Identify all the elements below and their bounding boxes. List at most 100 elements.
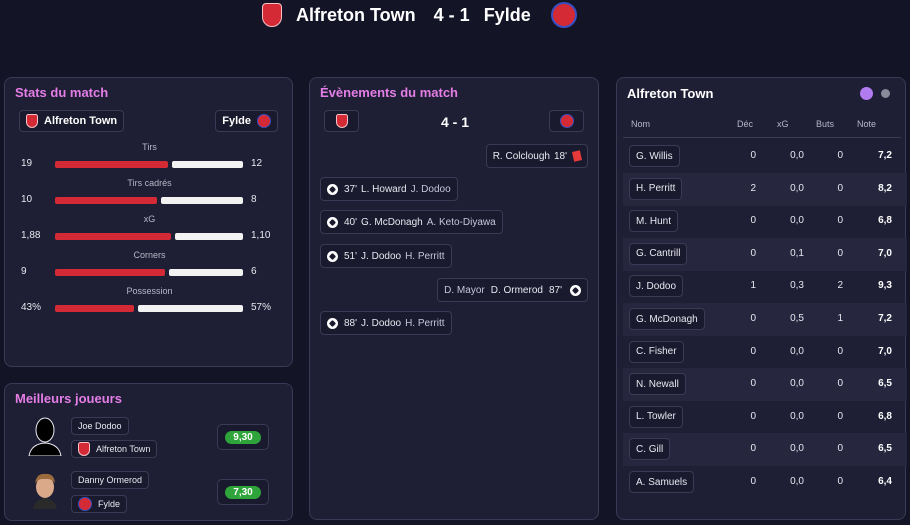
- player-name-chip[interactable]: C. Fisher: [629, 340, 684, 363]
- cell-note: 7,0: [878, 345, 892, 357]
- stat-label: Possession: [126, 286, 173, 296]
- fylde-crest-icon: [550, 2, 577, 28]
- stat-home-bar: [55, 305, 134, 312]
- cell-xg: 0,0: [790, 150, 804, 161]
- best-players-title: Meilleurs joueurs: [15, 391, 122, 406]
- event-assist: H. Perritt: [405, 250, 445, 262]
- cell-buts: 0: [837, 150, 843, 161]
- event-goal[interactable]: 51' J. Dodoo H. Perritt: [320, 244, 452, 268]
- best-player-rating: 7,30: [225, 485, 261, 499]
- best-player-team-label: Fylde: [98, 499, 121, 509]
- player-name-chip[interactable]: N. Newall: [629, 373, 686, 396]
- best-player-name[interactable]: Danny Ormerod: [71, 471, 150, 489]
- stat-home-value: 19: [21, 158, 33, 169]
- table-row[interactable]: L. Towler 0 0,0 0 6,8: [623, 401, 907, 434]
- table-row[interactable]: M. Hunt 0 0,0 0 6,8: [623, 205, 907, 238]
- cell-xg: 0,0: [790, 443, 804, 455]
- cell-buts: 0: [837, 182, 843, 194]
- event-goal[interactable]: 37' L. Howard J. Dodoo: [320, 177, 458, 201]
- cell-buts: 0: [837, 247, 843, 259]
- cell-xg: 0,3: [790, 280, 804, 292]
- best-player-team[interactable]: Fylde: [71, 495, 128, 513]
- event-goal[interactable]: 40' G. McDonagh A. Keto-Diyawa: [320, 210, 503, 234]
- column-header-name[interactable]: Nom: [631, 119, 650, 129]
- table-row[interactable]: G. Cantrill 0 0,1 0 7,0: [623, 237, 907, 271]
- table-row[interactable]: N. Newall 0 0,0 0 6,5: [623, 368, 907, 402]
- table-row[interactable]: G. Willis 0 0,0 0 7,2: [623, 140, 907, 173]
- cell-xg: 0,1: [790, 247, 804, 259]
- column-header-dec[interactable]: Déc: [737, 119, 753, 129]
- stat-away-bar: [138, 305, 243, 312]
- cell-buts: 0: [837, 215, 843, 227]
- cell-dec: 0: [750, 476, 756, 487]
- alfreton-crest-icon: [262, 3, 282, 27]
- stat-home-value: 1,88: [21, 230, 41, 241]
- cell-dec: 0: [750, 150, 756, 161]
- cell-dec: 0: [750, 378, 756, 390]
- table-row[interactable]: J. Dodoo 1 0,3 2 9,3: [623, 270, 907, 303]
- player-name-chip[interactable]: H. Perritt: [629, 177, 683, 200]
- match-header: Alfreton Town 4 - 1 Fylde: [0, 0, 910, 34]
- cell-dec: 0: [750, 345, 756, 357]
- event-minute: 51': [344, 250, 358, 262]
- events-title: Évènements du match: [320, 85, 458, 100]
- event-red-card[interactable]: R. Colclough 18': [485, 144, 588, 168]
- player-name-chip[interactable]: C. Gill: [629, 438, 671, 461]
- cell-xg: 0,0: [790, 215, 804, 227]
- event-player: D. Ormerod: [490, 284, 543, 296]
- stat-away-bar: [175, 233, 243, 240]
- cell-xg: 0,0: [790, 410, 804, 422]
- stat-away-value: 8: [251, 194, 257, 205]
- stats-away-team-chip[interactable]: Fylde: [215, 110, 278, 132]
- match-score: 4 - 1: [433, 4, 470, 25]
- table-row[interactable]: H. Perritt 2 0,0 0 8,2: [623, 172, 907, 206]
- event-assist: D. Mayor: [444, 284, 485, 296]
- player-name-chip[interactable]: G. McDonagh: [629, 308, 705, 330]
- event-player: R. Colclough: [492, 150, 550, 162]
- best-player-rating: 9,30: [225, 430, 261, 444]
- event-goal[interactable]: 88' J. Dodoo H. Perritt: [320, 311, 452, 335]
- match-stats-panel: Stats du match Alfreton Town Fylde Tirs 1…: [4, 77, 293, 367]
- table-row[interactable]: C. Fisher 0 0,0 0 7,0: [623, 336, 907, 369]
- stat-away-bar: [161, 197, 243, 204]
- player-name-chip[interactable]: G. Cantrill: [629, 242, 688, 265]
- player-name-chip[interactable]: J. Dodoo: [629, 275, 684, 298]
- player-name-chip[interactable]: G. Willis: [629, 145, 680, 167]
- best-player-team[interactable]: Alfreton Town: [71, 440, 158, 458]
- stat-away-bar: [169, 269, 243, 276]
- player-name-chip[interactable]: L. Towler: [629, 405, 683, 428]
- events-away-crest-box[interactable]: [549, 110, 584, 132]
- stat-label: xG: [143, 214, 156, 224]
- team-table-title: Alfreton Town: [627, 86, 714, 101]
- table-row[interactable]: C. Gill 0 0,0 0 6,5: [623, 433, 907, 467]
- ball-icon: [570, 284, 581, 296]
- column-header-note[interactable]: Note: [857, 119, 876, 129]
- column-header-xg[interactable]: xG: [777, 119, 789, 129]
- cell-buts: 2: [837, 280, 843, 292]
- table-row[interactable]: A. Samuels 0 0,0 0 6,4: [623, 466, 907, 499]
- stat-label: Corners: [133, 250, 166, 260]
- best-player-name[interactable]: Joe Dodoo: [71, 417, 129, 435]
- match-events-panel: Évènements du match 4 - 1 R. Colclough 1…: [309, 77, 599, 520]
- stat-label: Tirs cadrés: [127, 178, 172, 188]
- player-name-chip[interactable]: A. Samuels: [629, 471, 695, 493]
- player-name-chip[interactable]: M. Hunt: [629, 210, 679, 233]
- alfreton-crest-icon: [26, 114, 38, 128]
- cell-buts: 0: [837, 345, 843, 357]
- home-team-name: Alfreton Town: [296, 4, 416, 25]
- table-row[interactable]: G. McDonagh 0 0,5 1 7,2: [623, 303, 907, 336]
- stat-home-value: 10: [21, 194, 33, 205]
- event-assist: A. Keto-Diyawa: [426, 216, 496, 228]
- stats-away-team-label: Fylde: [222, 115, 251, 127]
- event-goal[interactable]: D. Mayor D. Ormerod 87': [437, 278, 588, 302]
- stats-home-team-chip[interactable]: Alfreton Town: [19, 110, 125, 132]
- best-players-panel: Meilleurs joueurs Joe Dodoo Alfreton Tow…: [4, 383, 293, 521]
- team-toggle-away[interactable]: [881, 89, 890, 98]
- cell-dec: 0: [750, 215, 756, 227]
- team-players-panel: Alfreton Town Nom Déc xG Buts Note G. Wi…: [616, 77, 907, 520]
- team-toggle-home[interactable]: [860, 87, 873, 100]
- alfreton-crest-icon: [78, 442, 90, 456]
- cell-buts: 0: [837, 378, 843, 390]
- column-header-buts[interactable]: Buts: [816, 119, 834, 129]
- cell-note: 6,4: [878, 476, 892, 487]
